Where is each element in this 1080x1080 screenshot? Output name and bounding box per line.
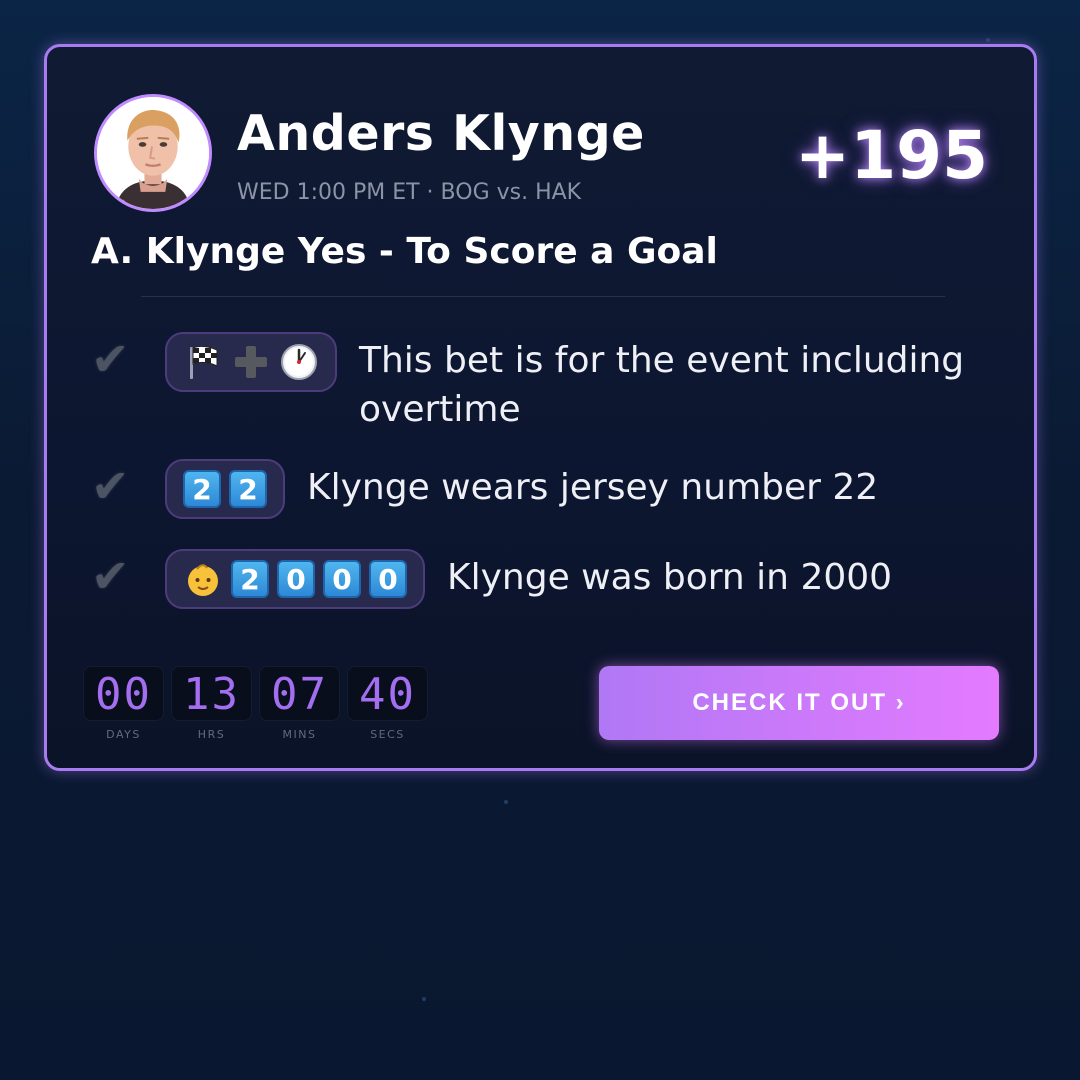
background-star bbox=[986, 38, 990, 42]
countdown-mins-label: MINS bbox=[282, 728, 317, 741]
check-it-out-button[interactable]: CHECK IT OUT › bbox=[599, 666, 999, 740]
plus-icon bbox=[235, 346, 267, 378]
check-icon: ✔ bbox=[91, 549, 130, 603]
background-star bbox=[422, 997, 426, 1001]
chequered-flag-icon bbox=[190, 345, 218, 379]
fact-badge bbox=[165, 332, 337, 392]
countdown-days: 00 DAYS bbox=[83, 666, 164, 741]
countdown-hours-value: 13 bbox=[171, 666, 252, 721]
fact-item: ✔ 2 0 0 0 Klynge was born in 2000 bbox=[91, 549, 892, 609]
event-info: WED 1:00 PM ET · BOG vs. HAK bbox=[237, 180, 582, 205]
number-tile: 2 bbox=[183, 470, 221, 508]
number-tile: 2 bbox=[229, 470, 267, 508]
countdown-hours-label: HRS bbox=[197, 728, 226, 741]
countdown-hours: 13 HRS bbox=[171, 666, 252, 741]
player-photo bbox=[97, 97, 209, 209]
fact-item: ✔ This bet is for the event including ov… bbox=[91, 332, 979, 434]
clock-icon bbox=[281, 344, 317, 380]
fact-text: Klynge was born in 2000 bbox=[447, 557, 893, 598]
countdown-secs: 40 SECS bbox=[347, 666, 428, 741]
odds-value: +195 bbox=[794, 117, 988, 194]
bet-title: A. Klynge Yes - To Score a Goal bbox=[91, 231, 718, 272]
countdown-timer: 00 DAYS 13 HRS 07 MINS 40 SECS bbox=[83, 666, 428, 741]
baby-face-icon bbox=[188, 564, 218, 596]
number-tile: 2 bbox=[231, 560, 269, 598]
divider bbox=[141, 296, 945, 297]
fact-item: ✔ 2 2 Klynge wears jersey number 22 bbox=[91, 459, 878, 519]
number-tile: 0 bbox=[369, 560, 407, 598]
fact-text: This bet is for the event including over… bbox=[359, 340, 965, 430]
check-icon: ✔ bbox=[91, 459, 130, 513]
bet-card: Anders Klynge WED 1:00 PM ET · BOG vs. H… bbox=[44, 44, 1037, 771]
check-icon: ✔ bbox=[91, 332, 130, 386]
number-tile: 0 bbox=[323, 560, 361, 598]
fact-badge: 2 0 0 0 bbox=[165, 549, 425, 609]
fact-text: Klynge wears jersey number 22 bbox=[307, 467, 879, 508]
countdown-secs-label: SECS bbox=[370, 728, 405, 741]
number-tile: 0 bbox=[277, 560, 315, 598]
player-avatar bbox=[94, 94, 212, 212]
countdown-mins-value: 07 bbox=[259, 666, 340, 721]
background-star bbox=[504, 800, 508, 804]
countdown-mins: 07 MINS bbox=[259, 666, 340, 741]
countdown-secs-value: 40 bbox=[347, 666, 428, 721]
player-name: Anders Klynge bbox=[237, 105, 645, 162]
countdown-days-label: DAYS bbox=[106, 728, 141, 741]
fact-badge: 2 2 bbox=[165, 459, 285, 519]
countdown-days-value: 00 bbox=[83, 666, 164, 721]
